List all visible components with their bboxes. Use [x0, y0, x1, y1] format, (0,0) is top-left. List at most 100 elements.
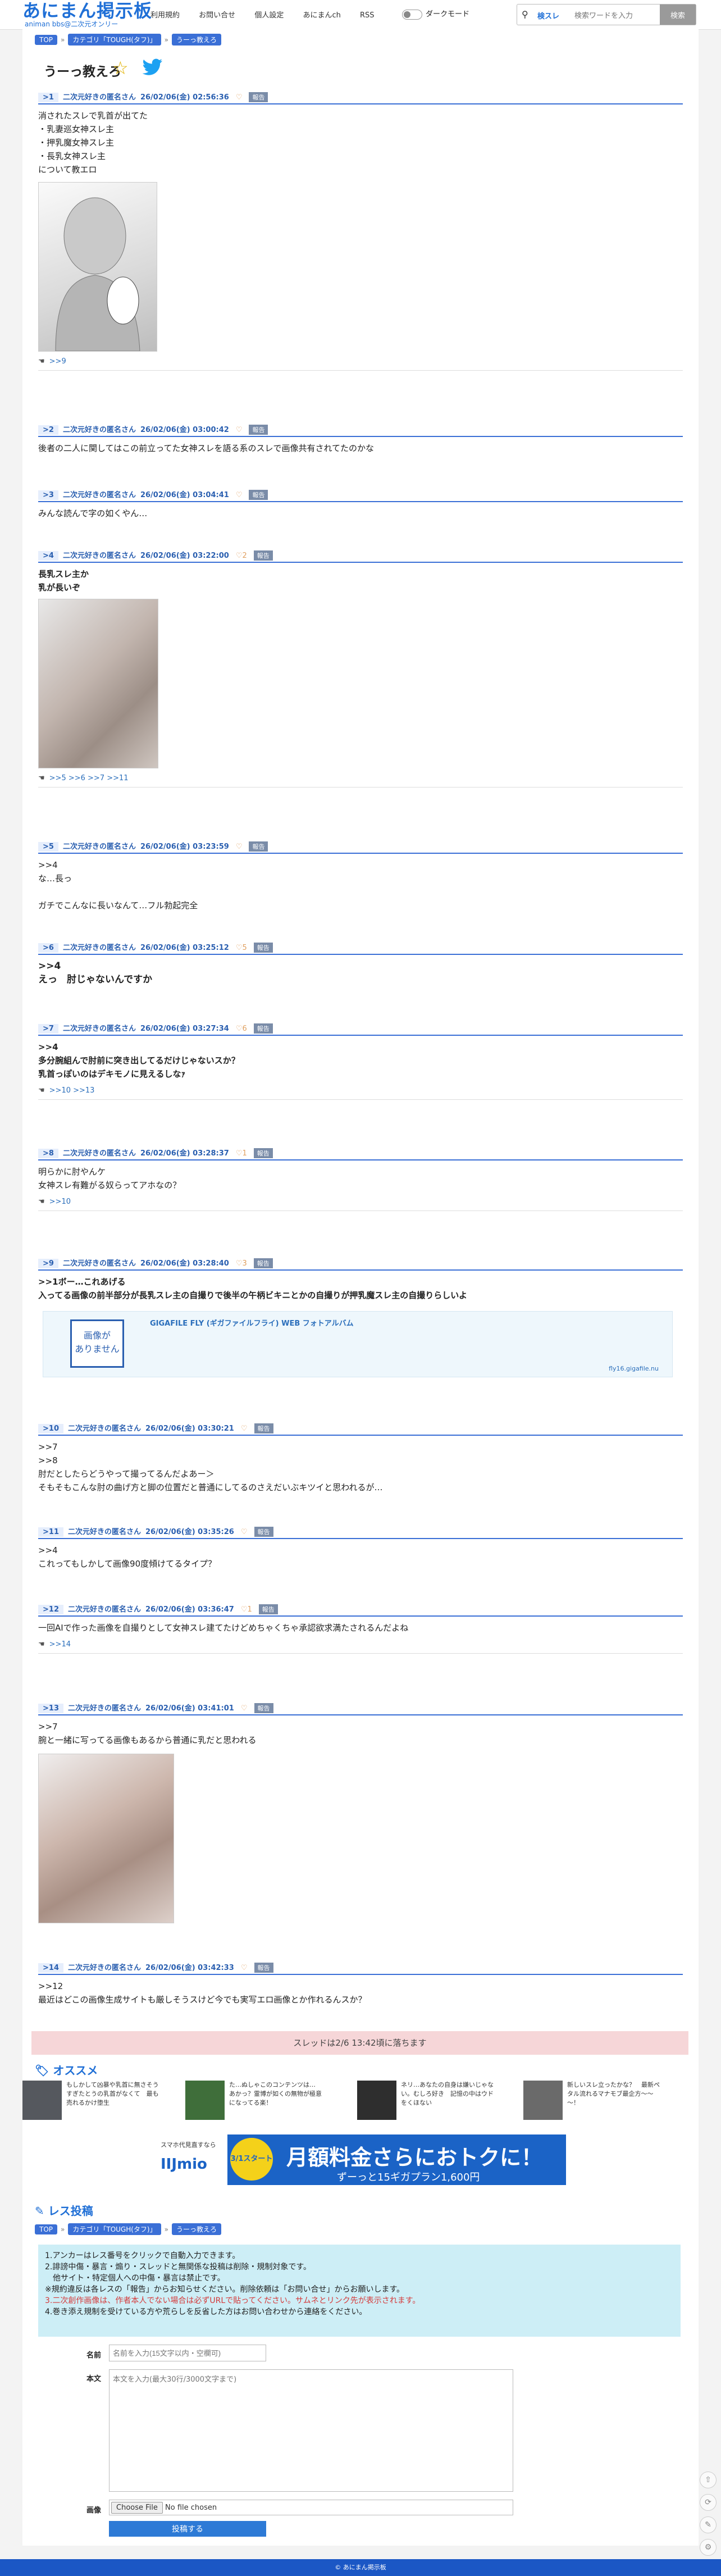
reply-links[interactable]: ☚ >>14 [38, 1640, 683, 1649]
like-icon[interactable]: ♡3 [236, 1259, 247, 1268]
recommend-title[interactable]: 新しいスレ立ったかな？ 最新ペタル流れるマナモブ最企方～～～！ [567, 2081, 663, 2108]
breadcrumb-thread[interactable]: うーっ教えろ [171, 2223, 221, 2235]
post-number[interactable]: >13 [38, 1704, 63, 1713]
post-number[interactable]: >9 [38, 1259, 58, 1268]
toggle-switch[interactable] [402, 9, 422, 20]
post-number[interactable]: >11 [38, 1527, 63, 1537]
post-number[interactable]: >14 [38, 1963, 63, 1973]
report-button[interactable]: 報告 [253, 1148, 273, 1158]
recommend-item[interactable]: た…ぬしゃこのコンテンツは… あかっ？霊博が如くの無物が極意になってる楽！ [185, 2081, 328, 2126]
nav-animanch[interactable]: あにまんch [303, 11, 340, 20]
like-icon[interactable]: ♡1 [236, 1149, 247, 1158]
post-number[interactable]: >7 [38, 1024, 58, 1034]
advertisement-banner[interactable]: スマホ代見直すなら IIJmio 3/1スタート 月額料金さらにおトクに！ ずーっ… [157, 2134, 566, 2185]
recommend-item[interactable]: ネリ…あなたの自身は嫌いじゃない。むしろ好き 記憶の中はウドをくほない [357, 2081, 500, 2126]
reload-icon[interactable]: ⟳ [700, 2494, 717, 2511]
reply-links[interactable]: ☚ >>5 >>6 >>7 >>11 [38, 774, 683, 782]
like-icon[interactable]: ♡ [241, 1528, 248, 1536]
link-card[interactable]: 画像が ありません GIGAFILE FLY (ギガファイルフライ) WEB フ… [43, 1311, 673, 1377]
poster-name: 二次元好きの匿名さん [62, 1149, 136, 1158]
nav-terms[interactable]: 利用規約 [150, 11, 180, 20]
report-button[interactable]: 報告 [254, 1527, 273, 1537]
body-textarea[interactable] [109, 2369, 513, 2492]
post-8: >8 二次元好きの匿名さん 26/02/06(金) 03:28:37 ♡1 報告 明らか… [38, 1147, 683, 1211]
write-icon[interactable]: ✎ [700, 2516, 717, 2533]
like-icon[interactable]: ♡ [241, 1964, 248, 1972]
report-button[interactable]: 報告 [249, 92, 268, 102]
recommend-title[interactable]: もしかして凶暴や乳首に無さそうすぎたとうの乳首がなくて 最も売れるかけ堕生 [66, 2081, 162, 2108]
image-file-input[interactable]: Choose File No file chosen [109, 2500, 513, 2515]
like-icon[interactable]: ♡ [236, 426, 243, 434]
recommend-item[interactable]: もしかして凶暴や乳首に無さそうすぎたとうの乳首がなくて 最も売れるかけ堕生 [22, 2081, 165, 2126]
nav-contact[interactable]: お問い合せ [199, 11, 235, 20]
search-scope[interactable]: 検スレ [537, 10, 559, 21]
post-number[interactable]: >6 [38, 943, 58, 953]
recommend-thumbnail[interactable] [523, 2081, 563, 2120]
post-number[interactable]: >3 [38, 490, 58, 500]
nav-rss[interactable]: RSS [360, 11, 375, 20]
breadcrumb-top[interactable]: TOP [35, 2224, 58, 2234]
twitter-icon[interactable] [142, 58, 163, 78]
like-icon[interactable]: ♡6 [236, 1025, 247, 1033]
recommend-item[interactable]: 新しいスレ立ったかな？ 最新ペタル流れるマナモブ最企方～～～！ [523, 2081, 666, 2126]
reply-links[interactable]: ☚ >>10 [38, 1198, 683, 1206]
report-button[interactable]: 報告 [249, 841, 268, 852]
post-number[interactable]: >2 [38, 425, 58, 435]
report-button[interactable]: 報告 [249, 490, 268, 500]
post-image[interactable] [38, 599, 158, 768]
report-button[interactable]: 報告 [253, 1023, 273, 1034]
post-number[interactable]: >5 [38, 842, 58, 852]
settings-icon[interactable]: ⚙ [700, 2539, 717, 2556]
post-number[interactable]: >8 [38, 1149, 58, 1158]
like-icon[interactable]: ♡ [236, 491, 243, 499]
reply-links[interactable]: ☚ >>10 >>13 [38, 1086, 683, 1095]
like-icon[interactable]: ♡1 [241, 1605, 252, 1614]
report-button[interactable]: 報告 [254, 1703, 273, 1713]
post-number[interactable]: >12 [38, 1605, 63, 1614]
report-button[interactable]: 報告 [249, 425, 268, 435]
nav-settings[interactable]: 個人設定 [254, 11, 284, 20]
scroll-top-icon[interactable]: ⇧ [700, 2472, 717, 2488]
report-button[interactable]: 報告 [254, 1963, 273, 1973]
recommend-title[interactable]: ネリ…あなたの自身は嫌いじゃない。むしろ好き 記憶の中はウドをくほない [401, 2081, 496, 2108]
search-button[interactable]: 検索 [660, 4, 696, 25]
post-number[interactable]: >4 [38, 551, 58, 561]
reply-links[interactable]: ☚ >>9 [38, 357, 683, 366]
recommend-title[interactable]: た…ぬしゃこのコンテンツは… あかっ？霊博が如くの無物が極意になってる楽！ [229, 2081, 325, 2108]
like-icon[interactable]: ♡5 [236, 944, 247, 952]
post-image[interactable] [38, 1754, 174, 1923]
search-input[interactable] [573, 8, 660, 22]
link-title[interactable]: GIGAFILE FLY (ギガファイルフライ) WEB フォトアルバム [150, 1317, 354, 1328]
like-icon[interactable]: ♡ [236, 843, 243, 851]
report-button[interactable]: 報告 [258, 1604, 278, 1614]
like-icon[interactable]: ♡ [241, 1704, 248, 1713]
reply-arrow-icon: ☚ [38, 357, 45, 366]
breadcrumb-thread[interactable]: うーっ教えろ [171, 34, 221, 45]
dark-mode-toggle[interactable]: ダークモード [402, 8, 469, 20]
report-button[interactable]: 報告 [253, 550, 273, 561]
submit-button[interactable]: 投稿する [109, 2521, 266, 2537]
post-image[interactable] [38, 182, 157, 352]
recommend-thumbnail[interactable] [22, 2081, 62, 2120]
report-button[interactable]: 報告 [253, 1258, 273, 1268]
name-input[interactable] [109, 2345, 266, 2361]
post-number[interactable]: >1 [38, 93, 58, 102]
post-number[interactable]: >10 [38, 1424, 63, 1433]
like-icon[interactable]: ♡ [236, 93, 243, 102]
choose-file-button[interactable]: Choose File [111, 2502, 163, 2514]
post-body: みんな読んで字の如くやん… [38, 508, 148, 518]
recommend-thumbnail[interactable] [357, 2081, 396, 2120]
like-icon[interactable]: ♡2 [236, 552, 247, 560]
breadcrumb-top[interactable]: TOP [35, 35, 58, 45]
like-icon[interactable]: ♡ [241, 1424, 248, 1433]
site-logo[interactable]: あにまん掲示板 animan bbs@二次元オンリー [22, 1, 152, 28]
report-button[interactable]: 報告 [253, 943, 273, 953]
breadcrumb-category[interactable]: カテゴリ「TOUGH(タフ)」 [68, 34, 161, 45]
recommend-thumbnail[interactable] [185, 2081, 225, 2120]
breadcrumb-category[interactable]: カテゴリ「TOUGH(タフ)」 [68, 2223, 161, 2235]
report-button[interactable]: 報告 [254, 1423, 273, 1433]
rule-line: 他サイト・特定個人への中傷・暴言は禁止です。 [45, 2274, 225, 2283]
favorite-star-icon[interactable]: ☆ [112, 57, 129, 79]
post-1: >1 二次元好きの匿名さん 26/02/06(金) 02:56:36 ♡ 報告 消された… [38, 91, 683, 371]
recommend-heading: 🏷 オススメ [35, 2064, 98, 2077]
